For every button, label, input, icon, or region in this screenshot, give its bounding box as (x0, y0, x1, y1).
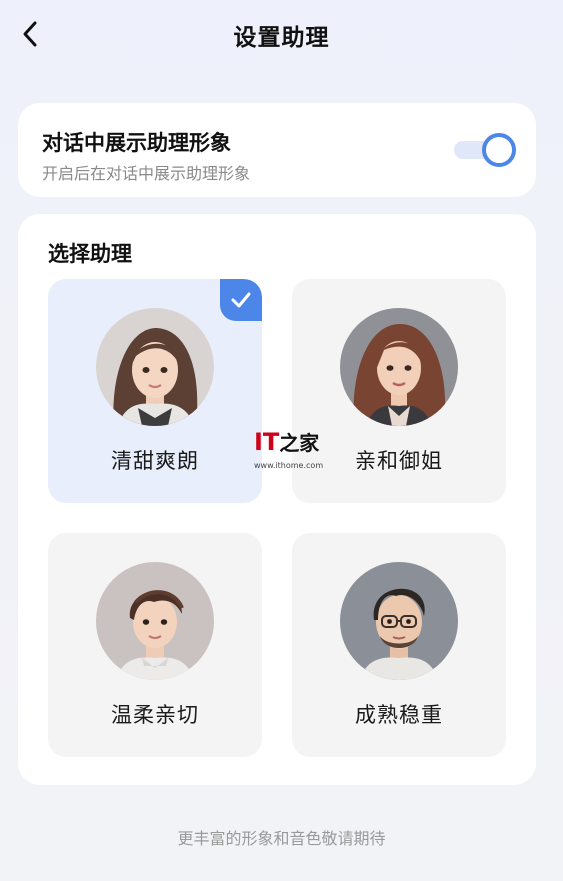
assistant-option-gentle[interactable]: 温柔亲切 (48, 533, 262, 757)
show-avatar-toggle[interactable] (454, 133, 516, 167)
select-assistant-card: 选择助理 清甜爽朗 亲和御姐 温柔亲切 成熟稳重 (18, 214, 536, 785)
selected-badge (220, 279, 262, 321)
watermark-logo: IT之家 (254, 428, 320, 456)
assistant-option-sweet[interactable]: 清甜爽朗 (48, 279, 262, 503)
assistant-label: 清甜爽朗 (111, 449, 199, 473)
checkmark-icon (231, 292, 251, 308)
assistant-label: 成熟稳重 (355, 703, 443, 727)
man-glasses-beard-avatar (340, 562, 458, 680)
woman-wavy-auburn-hair-avatar (340, 308, 458, 426)
section-title: 选择助理 (48, 242, 132, 266)
toggle-knob (482, 133, 516, 167)
footer-note: 更丰富的形象和音色敬请期待 (177, 829, 386, 848)
assistant-option-steady[interactable]: 成熟稳重 (292, 533, 506, 757)
ithome-watermark: IT之家 www.ithome.com (254, 430, 328, 474)
page-title: 设置助理 (233, 25, 330, 51)
young-man-short-hair-avatar (96, 562, 214, 680)
setting-title: 对话中展示助理形象 (42, 131, 231, 155)
assistant-label: 温柔亲切 (111, 703, 199, 727)
watermark-url: www.ithome.com (254, 461, 324, 470)
show-avatar-setting-card: 对话中展示助理形象 开启后在对话中展示助理形象 (18, 103, 536, 197)
setting-subtitle: 开启后在对话中展示助理形象 (42, 164, 251, 183)
young-woman-brown-hair-avatar (96, 308, 214, 426)
header-bar: 设置助理 (0, 0, 563, 68)
